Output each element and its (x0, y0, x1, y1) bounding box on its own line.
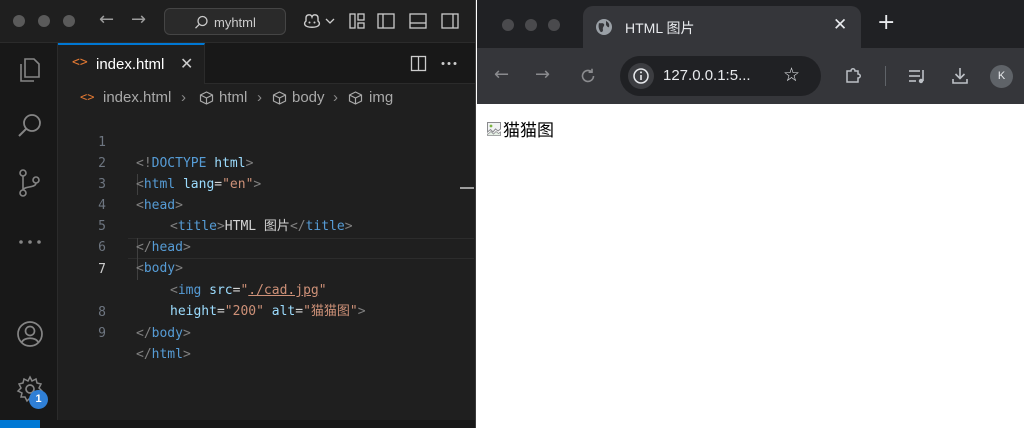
media-controls-icon[interactable] (907, 67, 927, 85)
html-file-icon: <> (72, 55, 88, 70)
element-symbol-icon (348, 91, 363, 105)
code-line: 4 <title>HTML 图片</title> (58, 174, 475, 234)
code-editor[interactable]: 1 <!DOCTYPE html> 2 <html lang="en"> 3 <… (58, 110, 476, 428)
editor-tab-bar: <> index.html ✕ (58, 43, 475, 84)
toggle-panel-icon[interactable] (408, 12, 428, 30)
source-control-icon[interactable] (15, 168, 45, 198)
browser-toolbar: ← → 127.0.0.1:5... ☆ K (477, 48, 1024, 104)
broken-image: 猫猫图 (486, 116, 554, 141)
html-file-icon: <> (80, 90, 95, 104)
extensions-puzzle-icon[interactable] (843, 65, 863, 85)
files-icon[interactable] (15, 55, 45, 85)
more-actions-icon[interactable] (440, 55, 458, 72)
breadcrumb-item-file[interactable]: index.html (103, 89, 171, 106)
command-center-search[interactable]: myhtml (164, 8, 286, 35)
remote-indicator[interactable] (0, 420, 40, 428)
address-bar[interactable]: 127.0.0.1:5... ☆ (620, 56, 821, 96)
bookmark-star-icon[interactable]: ☆ (783, 64, 800, 86)
account-icon[interactable] (15, 319, 45, 349)
overview-ruler-cursor (460, 187, 474, 189)
close-window-button[interactable] (13, 15, 25, 27)
zoom-window-button[interactable] (548, 19, 560, 31)
browser-tab[interactable]: HTML 图片 ✕ (583, 6, 861, 48)
profile-avatar[interactable]: K (990, 65, 1013, 88)
breadcrumb-item-html[interactable]: html (219, 89, 247, 106)
line-number: 9 (98, 326, 106, 341)
forward-arrow-icon[interactable]: → (131, 10, 146, 30)
new-tab-icon[interactable]: + (877, 12, 895, 34)
search-icon (195, 15, 208, 29)
copilot-icon[interactable] (302, 12, 322, 30)
broken-image-icon (487, 121, 501, 136)
code-line: 6 <body> (58, 216, 475, 276)
element-symbol-icon (199, 91, 214, 105)
code-line: 1 <!DOCTYPE html> (58, 111, 475, 171)
code-line: 3 <head> (58, 153, 475, 213)
toggle-sidebar-icon[interactable] (376, 12, 396, 30)
tab-label: index.html (96, 56, 165, 73)
code-line: 5 </head> (58, 195, 475, 255)
back-arrow-icon[interactable]: ← (99, 10, 114, 30)
browser-tab-strip: HTML 图片 ✕ + (477, 0, 1024, 48)
code-line: 9 </html> (58, 302, 475, 362)
back-arrow-icon[interactable]: ← (494, 65, 509, 85)
code-line: 2 <html lang="en"> (58, 132, 475, 192)
activity-bar (0, 43, 58, 428)
settings-update-badge: 1 (29, 390, 48, 409)
close-tab-icon[interactable]: ✕ (833, 15, 847, 35)
chevron-right-icon: › (257, 89, 262, 106)
element-symbol-icon (272, 91, 287, 105)
download-icon[interactable] (950, 66, 970, 86)
reload-icon[interactable] (579, 67, 597, 85)
vscode-title-bar: ← → myhtml (0, 0, 475, 43)
site-info-button[interactable] (628, 63, 654, 89)
command-center-label: myhtml (214, 15, 256, 30)
scrollbar-track[interactable] (475, 110, 476, 428)
code-line-wrapped: height="200" alt="猫猫图"> (170, 304, 366, 319)
chevron-right-icon: › (181, 89, 186, 106)
more-icon[interactable] (15, 227, 45, 257)
forward-arrow-icon[interactable]: → (535, 65, 550, 85)
close-window-button[interactable] (502, 19, 514, 31)
page-viewport: 猫猫图 (477, 104, 1024, 428)
chevron-down-icon[interactable] (325, 17, 335, 25)
status-bar (0, 420, 475, 428)
image-alt-text: 猫猫图 (503, 121, 554, 141)
tab-title: HTML 图片 (625, 20, 695, 36)
toggle-secondary-sidebar-icon[interactable] (440, 12, 460, 30)
globe-icon (596, 19, 612, 35)
code-line: 8 </body> (58, 281, 475, 341)
breadcrumb: <> index.html › html › body › img (58, 84, 475, 110)
url-text: 127.0.0.1:5... (663, 67, 751, 84)
close-icon[interactable]: ✕ (180, 54, 193, 73)
minimize-window-button[interactable] (525, 19, 537, 31)
customize-layout-icon[interactable] (348, 12, 366, 30)
tab-index-html[interactable]: <> index.html ✕ (58, 43, 205, 84)
breadcrumb-item-img[interactable]: img (369, 89, 393, 106)
vscode-window: ← → myhtml 1 <> index.html ✕ <> index.ht… (0, 0, 476, 428)
minimize-window-button[interactable] (38, 15, 50, 27)
info-icon (633, 68, 649, 84)
chevron-right-icon: › (333, 89, 338, 106)
browser-window: HTML 图片 ✕ + ← → 127.0.0.1:5... ☆ K 猫猫图 (477, 0, 1024, 428)
split-editor-icon[interactable] (410, 55, 427, 72)
toolbar-divider (885, 66, 886, 86)
code-line-active: 7 <img src="./cad.jpg" (58, 238, 475, 298)
breadcrumb-item-body[interactable]: body (292, 89, 325, 106)
search-icon[interactable] (15, 111, 45, 141)
zoom-window-button[interactable] (63, 15, 75, 27)
